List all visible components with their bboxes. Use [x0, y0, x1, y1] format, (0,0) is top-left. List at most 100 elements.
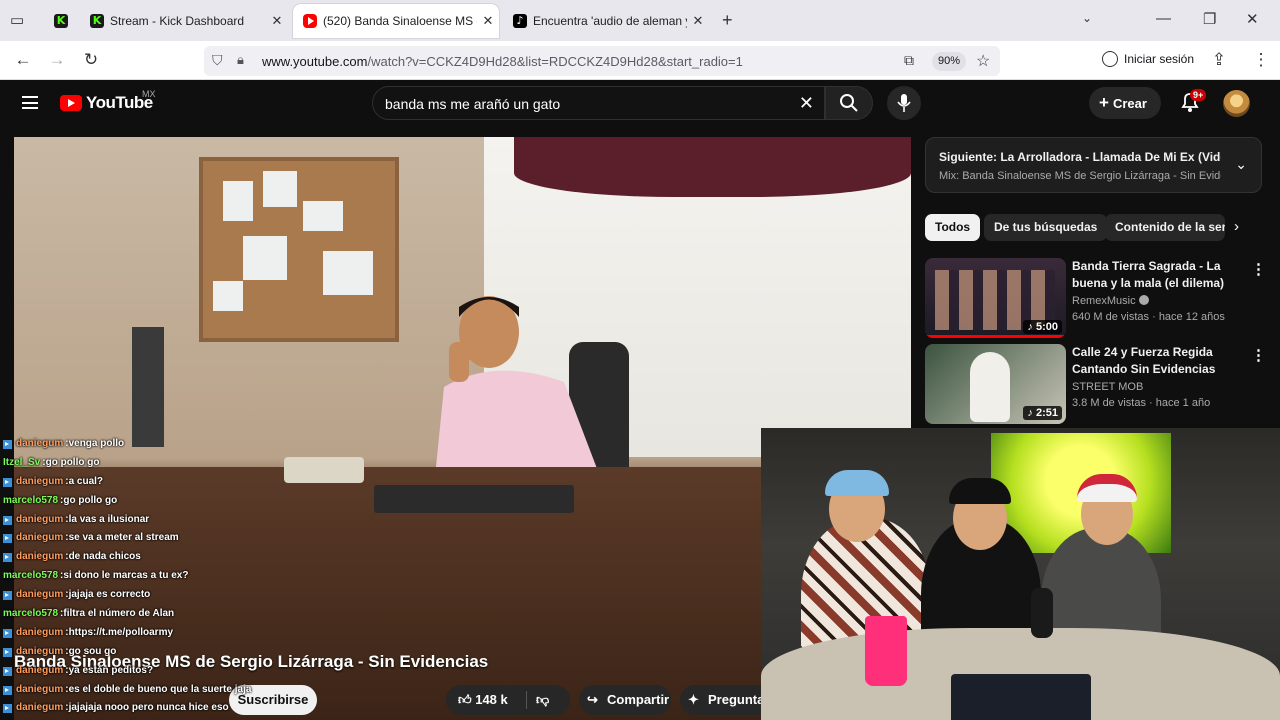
chat-message: Itzel_Sv: go pollo go — [3, 454, 323, 473]
tab-list-icon[interactable]: ▭ — [10, 11, 24, 29]
stream-chat-overlay: daniegum: venga pollo Itzel_Sv: go pollo … — [3, 418, 323, 720]
url-domain: www.youtube.com — [262, 54, 368, 69]
search-button[interactable] — [825, 86, 873, 120]
account-icon — [1102, 51, 1118, 67]
chat-username[interactable]: daniegum — [16, 586, 63, 605]
close-tab-icon[interactable]: ✕ — [477, 13, 499, 29]
browser-tab-strip: ▭ K K Stream - Kick Dashboard ✕ (520) Ba… — [0, 0, 1280, 41]
chat-username[interactable]: daniegum — [16, 681, 63, 700]
dislike-button[interactable]: 👎︎ — [536, 685, 549, 715]
chat-username[interactable]: daniegum — [16, 624, 63, 643]
extensions-icon[interactable]: ⇪ — [1208, 49, 1230, 71]
chevron-down-icon[interactable]: ⌄ — [1235, 156, 1247, 173]
video-scene-person — [434, 296, 604, 487]
avatar[interactable] — [1223, 90, 1250, 117]
chevron-right-icon[interactable]: › — [1234, 218, 1239, 235]
chip-contenido-de-la-serie[interactable]: Contenido de la serie — [1105, 214, 1225, 241]
microphone-icon — [897, 94, 911, 112]
chat-username[interactable]: marcelo578 — [3, 492, 58, 511]
picture-in-picture-icon[interactable]: ⧉ — [904, 52, 914, 69]
search-input[interactable]: banda ms me arañó un gato ✕ — [372, 86, 825, 120]
chat-message: daniegum: jajaja es correcto — [3, 586, 323, 605]
related-video[interactable]: ♪ 2:51 Calle 24 y Fuerza Regida Cantando… — [925, 344, 1266, 424]
bookmark-star-icon[interactable]: ☆ — [976, 51, 990, 71]
navigation-bar: ← → ↻ ⛉ 🔒︎ www.youtube.com/watch?v=CCKZ4… — [0, 41, 1280, 80]
minimize-icon[interactable]: — — [1156, 10, 1171, 27]
shield-icon[interactable]: ⛉ — [212, 52, 223, 69]
video-scene-corkboard — [199, 157, 399, 342]
video-thumbnail[interactable]: ♪ 5:00 — [925, 258, 1066, 338]
video-duration: ♪ 2:51 — [1023, 406, 1062, 420]
clear-search-icon[interactable]: ✕ — [799, 93, 814, 114]
share-button[interactable]: ↪ Compartir — [579, 685, 671, 715]
restore-icon[interactable]: ❐ — [1203, 10, 1216, 28]
voice-search-button[interactable] — [887, 86, 921, 120]
chat-username[interactable]: daniegum — [16, 643, 63, 662]
chat-message: daniegum: de nada chicos — [3, 548, 323, 567]
thumbs-down-icon: 👎︎ — [536, 692, 550, 707]
chat-username[interactable]: daniegum — [16, 548, 63, 567]
plus-icon: + — [1099, 93, 1109, 112]
forward-icon[interactable]: → — [46, 49, 68, 71]
chat-username[interactable]: daniegum — [16, 699, 63, 718]
chat-text: se va a meter al stream — [68, 532, 179, 544]
chat-username[interactable]: daniegum — [16, 529, 63, 548]
menu-icon[interactable]: ⋮ — [1250, 49, 1272, 71]
close-tab-icon[interactable]: ✕ — [266, 13, 288, 29]
close-window-icon[interactable]: ✕ — [1246, 10, 1259, 28]
chevron-down-icon[interactable]: ⌄ — [1082, 11, 1092, 25]
hamburger-menu-icon[interactable] — [22, 96, 38, 109]
close-tab-icon[interactable]: ✕ — [687, 13, 709, 29]
url-text[interactable]: www.youtube.com/watch?v=CCKZ4D9Hd28&list… — [262, 54, 743, 69]
duration-value: 5:00 — [1035, 321, 1058, 333]
address-bar[interactable]: ⛉ 🔒︎ www.youtube.com/watch?v=CCKZ4D9Hd28… — [204, 46, 1000, 76]
chat-text: a cual? — [68, 475, 104, 487]
tab-kick-dashboard[interactable]: K Stream - Kick Dashboard ✕ — [80, 4, 288, 38]
related-video[interactable]: ♪ 5:00 Banda Tierra Sagrada - La buena y… — [925, 258, 1266, 338]
share-icon: ↪ — [587, 692, 598, 707]
youtube-logo[interactable]: YouTube MX — [60, 89, 156, 113]
sign-in-button[interactable]: Iniciar sesión — [1102, 51, 1194, 67]
new-tab-icon[interactable]: + — [722, 10, 733, 31]
chat-username[interactable]: marcelo578 — [3, 605, 58, 624]
related-video-meta: 640 M de vistas · hace 12 años — [1072, 311, 1225, 323]
chat-username[interactable]: Itzel_Sv — [3, 454, 40, 473]
chip-de-tus-busquedas[interactable]: De tus búsquedas — [984, 214, 1108, 241]
more-options-icon[interactable]: ⋮ — [1251, 346, 1266, 364]
chat-username[interactable]: daniegum — [16, 473, 63, 492]
tab-youtube[interactable]: (520) Banda Sinaloense MS de Sergio Lizá… — [293, 4, 499, 38]
zoom-level[interactable]: 90% — [932, 52, 967, 71]
tab-title: Stream - Kick Dashboard — [110, 14, 245, 28]
more-options-icon[interactable]: ⋮ — [1251, 260, 1266, 278]
tab-tiktok[interactable]: ♪ Encuentra 'audio de aleman y alan' ✕ — [503, 4, 709, 38]
chat-username[interactable]: daniegum — [16, 511, 63, 530]
share-label: Compartir — [607, 692, 670, 707]
chat-badge-icon — [3, 534, 12, 544]
tab-pinned-kick[interactable]: K — [44, 4, 78, 38]
country-code: MX — [142, 89, 156, 99]
chip-todos[interactable]: Todos — [925, 214, 981, 241]
create-button[interactable]: + Crear — [1089, 87, 1161, 119]
back-icon[interactable]: ← — [12, 49, 34, 71]
chat-text: la vas a ilusionar — [68, 513, 150, 525]
up-next-title: Siguiente: La Arrolladora - Llamada De M… — [939, 150, 1221, 164]
webcam-cap — [949, 478, 1011, 504]
chat-text: https://t.me/polloarmy — [68, 626, 174, 638]
chat-text: go sou go — [68, 645, 117, 657]
webcam-laptop — [951, 674, 1091, 720]
chat-badge-icon — [3, 591, 12, 601]
chat-message: daniegum: se va a meter al stream — [3, 529, 323, 548]
chat-username[interactable]: daniegum — [16, 435, 63, 454]
chat-username[interactable]: marcelo578 — [3, 567, 58, 586]
video-thumbnail[interactable]: ♪ 2:51 — [925, 344, 1066, 424]
chat-message: daniegum: la vas a ilusionar — [3, 511, 323, 530]
chat-username[interactable]: daniegum — [16, 662, 63, 681]
url-path: /watch?v=CCKZ4D9Hd28&list=RDCCKZ4D9Hd28&… — [367, 54, 743, 69]
like-count: 148 k — [475, 692, 508, 707]
chat-badge-icon — [3, 439, 12, 449]
up-next-panel[interactable]: Siguiente: La Arrolladora - Llamada De M… — [925, 137, 1262, 193]
lock-icon[interactable]: 🔒︎ — [237, 52, 244, 68]
search-value: banda ms me arañó un gato — [385, 96, 561, 112]
like-button[interactable]: 👍︎ 148 k — [458, 685, 508, 715]
reload-icon[interactable]: ↻ — [80, 49, 102, 71]
